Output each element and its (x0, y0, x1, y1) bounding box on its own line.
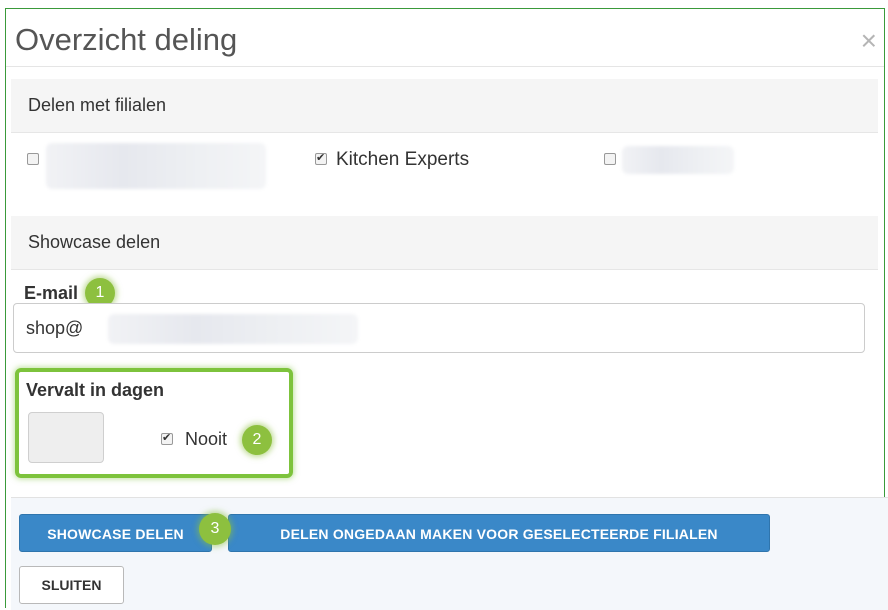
branches-section-header: Delen met filialen (11, 79, 878, 133)
branch-checkbox-1[interactable] (27, 153, 39, 165)
branch-label-3-redacted (622, 146, 734, 174)
share-showcase-button[interactable]: SHOWCASE DELEN (19, 514, 212, 552)
annotation-marker-3: 3 (199, 513, 231, 545)
email-domain-redacted (108, 314, 358, 344)
branch-label-1-redacted (46, 143, 266, 189)
expires-label: Vervalt in dagen (26, 380, 165, 400)
modal-title: Overzicht deling (15, 22, 238, 57)
showcase-section-header: Showcase delen (11, 216, 878, 270)
close-button[interactable]: SLUITEN (19, 566, 124, 604)
email-label: E-mail (24, 283, 79, 303)
days-input[interactable] (28, 412, 104, 463)
modal-header: Overzicht deling × (6, 9, 884, 67)
branch-checkbox-kitchen-experts[interactable] (315, 151, 327, 165)
close-icon[interactable]: × (861, 27, 877, 55)
annotation-marker-2: 2 (242, 425, 272, 455)
never-checkbox[interactable] (161, 431, 173, 445)
branches-section-title: Delen met filialen (28, 95, 167, 115)
showcase-section-title: Showcase delen (28, 232, 161, 252)
never-label: Nooit (185, 429, 228, 449)
email-value: shop@ (26, 318, 84, 338)
branch-label-kitchen-experts: Kitchen Experts (336, 149, 470, 170)
email-field[interactable]: shop@ (13, 303, 865, 353)
unshare-selected-branches-button[interactable]: DELEN ONGEDAAN MAKEN VOOR GESELECTEERDE … (228, 514, 770, 552)
branch-checkbox-3[interactable] (604, 153, 616, 165)
